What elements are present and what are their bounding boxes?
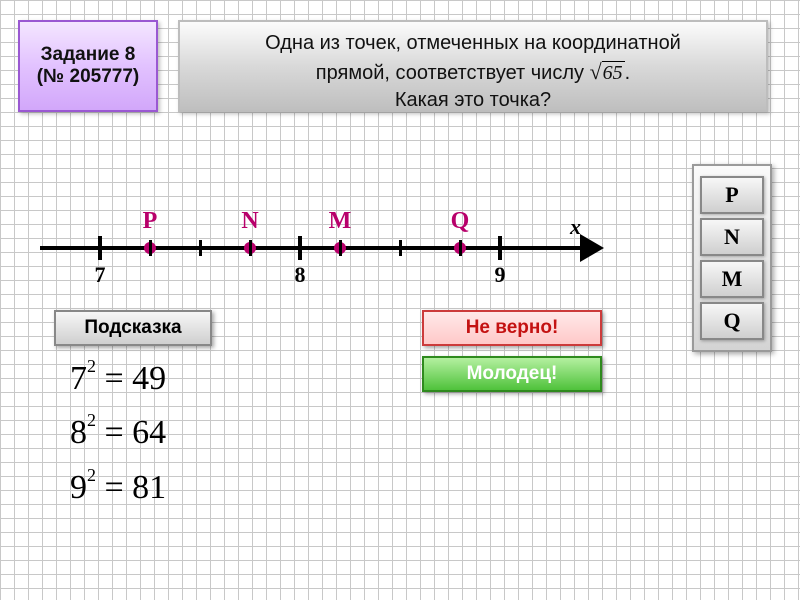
question-line2: Какая это точка? xyxy=(194,87,752,114)
tick-major xyxy=(98,236,102,260)
point-tick xyxy=(339,240,342,256)
answer-button-Q[interactable]: Q xyxy=(700,302,764,340)
answer-panel: PNMQ xyxy=(692,164,772,352)
hint-equation: 72 = 49 xyxy=(70,352,166,406)
point-tick xyxy=(249,240,252,256)
tick-label: 8 xyxy=(295,262,306,288)
point-label-M: M xyxy=(329,208,352,235)
question-line1b: прямой, соответствует числу xyxy=(316,62,590,84)
tick-minor xyxy=(199,240,202,256)
question-box: Одна из точек, отмеченных на координатно… xyxy=(178,20,768,112)
axis-label: x xyxy=(570,214,581,240)
axis-arrow xyxy=(580,234,604,262)
tick-label: 9 xyxy=(495,262,506,288)
point-tick xyxy=(459,240,462,256)
number-line: x 7 8 9 P N M Q xyxy=(40,200,600,290)
tick-minor xyxy=(399,240,402,256)
hint-button[interactable]: Подсказка xyxy=(54,310,212,346)
task-badge: Задание 8 (№ 205777) xyxy=(18,20,158,112)
hint-equation: 92 = 81 xyxy=(70,461,166,515)
wrong-feedback: Не верно! xyxy=(422,310,602,346)
tick-label: 7 xyxy=(95,262,106,288)
point-label-P: P xyxy=(143,208,158,235)
radicand: 65 xyxy=(602,61,625,84)
point-label-Q: Q xyxy=(451,208,470,235)
tick-major xyxy=(298,236,302,260)
task-number: (№ 205777) xyxy=(37,66,140,88)
question-line1a: Одна из точек, отмеченных на координатно… xyxy=(265,32,681,54)
hint-equation: 82 = 64 xyxy=(70,406,166,460)
point-label-N: N xyxy=(241,208,258,235)
sqrt-expression: √65 xyxy=(590,57,625,87)
answer-button-M[interactable]: M xyxy=(700,260,764,298)
answer-button-N[interactable]: N xyxy=(700,218,764,256)
hint-equations: 72 = 4982 = 6492 = 81 xyxy=(70,352,166,515)
correct-feedback: Молодец! xyxy=(422,356,602,392)
point-tick xyxy=(149,240,152,256)
task-title: Задание 8 xyxy=(41,44,136,66)
answer-button-P[interactable]: P xyxy=(700,176,764,214)
tick-major xyxy=(498,236,502,260)
